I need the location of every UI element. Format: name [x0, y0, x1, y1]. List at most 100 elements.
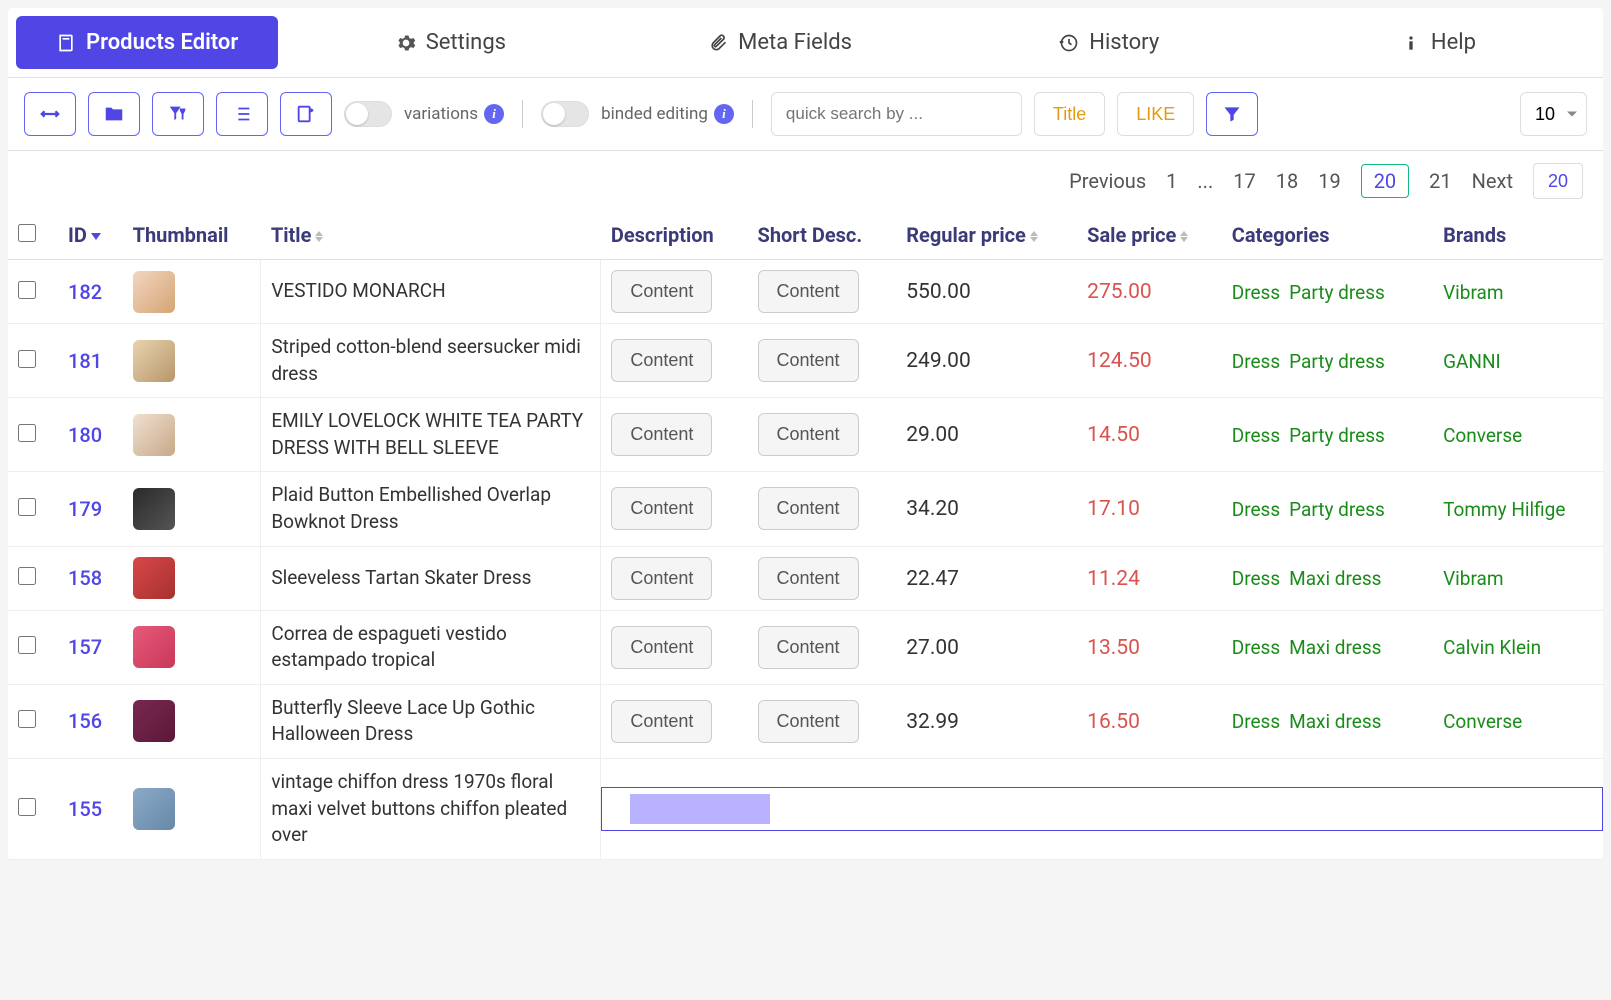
row-thumbnail[interactable] [133, 626, 175, 668]
row-checkbox[interactable] [18, 636, 36, 654]
short-desc-content-button[interactable]: Content [758, 626, 859, 669]
column-title[interactable]: Title [261, 211, 601, 260]
category-link[interactable]: Dress [1232, 710, 1280, 733]
regular-price[interactable]: 550.00 [906, 280, 971, 304]
category-link[interactable]: Maxi dress [1289, 710, 1381, 733]
row-title[interactable]: Plaid Button Embellished Overlap Bowknot… [261, 472, 601, 546]
row-checkbox[interactable] [18, 498, 36, 516]
brand-link[interactable]: Converse [1443, 424, 1522, 447]
row-id[interactable]: 158 [68, 566, 102, 590]
row-thumbnail[interactable] [133, 488, 175, 530]
brand-link[interactable]: Tommy Hilfige [1443, 498, 1565, 521]
tab-help[interactable]: Help [1274, 8, 1603, 77]
add-button[interactable] [280, 92, 332, 136]
row-thumbnail[interactable] [133, 788, 175, 830]
expand-button[interactable] [24, 92, 76, 136]
row-thumbnail[interactable] [133, 700, 175, 742]
column-id[interactable]: ID [58, 211, 123, 260]
list-button[interactable] [216, 92, 268, 136]
row-checkbox[interactable] [18, 567, 36, 585]
sale-price[interactable]: 275.00 [1087, 280, 1152, 304]
row-checkbox[interactable] [18, 710, 36, 728]
row-title[interactable]: Sleeveless Tartan Skater Dress [261, 546, 601, 610]
sale-price[interactable]: 124.50 [1087, 349, 1152, 373]
regular-price[interactable]: 29.00 [906, 423, 959, 447]
page-next[interactable]: Next [1472, 169, 1513, 193]
page-number[interactable]: 1 [1166, 169, 1177, 193]
brand-link[interactable]: Converse [1443, 710, 1522, 733]
select-all-checkbox[interactable] [18, 224, 36, 242]
info-icon[interactable]: i [714, 104, 734, 124]
folder-button[interactable] [88, 92, 140, 136]
category-link[interactable]: Party dress [1289, 350, 1385, 373]
row-title[interactable]: Correa de espagueti vestido estampado tr… [261, 610, 601, 684]
row-title[interactable]: VESTIDO MONARCH [261, 260, 601, 324]
short-desc-content-button[interactable]: Content [758, 413, 859, 456]
row-title[interactable]: Butterfly Sleeve Lace Up Gothic Hallowee… [261, 684, 601, 758]
row-id[interactable]: 157 [68, 635, 102, 659]
category-link[interactable]: Maxi dress [1289, 636, 1381, 659]
short-desc-content-button[interactable]: Content [758, 270, 859, 313]
column-sale-price[interactable]: Sale price [1077, 211, 1222, 260]
page-size-select[interactable]: 10 [1520, 92, 1587, 136]
regular-price[interactable]: 22.47 [906, 567, 959, 591]
brand-link[interactable]: Vibram [1443, 281, 1503, 304]
row-title[interactable]: EMILY LOVELOCK WHITE TEA PARTY DRESS WIT… [261, 398, 601, 472]
description-content-button[interactable]: Content [611, 270, 712, 313]
category-link[interactable]: Dress [1232, 281, 1280, 304]
row-title[interactable]: vintage chiffon dress 1970s floral maxi … [261, 758, 601, 859]
info-icon[interactable]: i [484, 104, 504, 124]
filter-operator-button[interactable]: LIKE [1117, 92, 1194, 136]
category-link[interactable]: Dress [1232, 498, 1280, 521]
page-previous[interactable]: Previous [1069, 169, 1146, 193]
row-thumbnail[interactable] [133, 557, 175, 599]
page-number[interactable]: 19 [1318, 169, 1340, 193]
category-link[interactable]: Party dress [1289, 498, 1385, 521]
row-thumbnail[interactable] [133, 340, 175, 382]
sale-price[interactable]: 17.10 [1087, 497, 1140, 521]
category-link[interactable]: Dress [1232, 350, 1280, 373]
page-number[interactable]: 21 [1429, 169, 1451, 193]
sale-price[interactable]: 13.50 [1087, 636, 1140, 660]
row-id[interactable]: 155 [68, 797, 102, 821]
tab-meta-fields[interactable]: Meta Fields [615, 8, 944, 77]
row-thumbnail[interactable] [133, 271, 175, 313]
brand-link[interactable]: GANNI [1443, 350, 1501, 373]
sale-price[interactable]: 16.50 [1087, 710, 1140, 734]
short-desc-content-button[interactable]: Content [758, 339, 859, 382]
regular-price[interactable]: 27.00 [906, 636, 959, 660]
short-desc-content-button[interactable]: Content [758, 700, 859, 743]
column-regular-price[interactable]: Regular price [896, 211, 1077, 260]
short-desc-content-button[interactable]: Content [758, 557, 859, 600]
brand-link[interactable]: Vibram [1443, 567, 1503, 590]
inline-edit-field[interactable] [601, 787, 1603, 831]
category-link[interactable]: Party dress [1289, 424, 1385, 447]
tab-settings[interactable]: Settings [286, 8, 615, 77]
search-input[interactable] [771, 92, 1022, 136]
row-id[interactable]: 179 [68, 497, 102, 521]
regular-price[interactable]: 32.99 [906, 710, 959, 734]
category-link[interactable]: Dress [1232, 567, 1280, 590]
row-checkbox[interactable] [18, 424, 36, 442]
row-title[interactable]: Striped cotton-blend seersucker midi dre… [261, 324, 601, 398]
description-content-button[interactable]: Content [611, 413, 712, 456]
category-link[interactable]: Party dress [1289, 281, 1385, 304]
description-content-button[interactable]: Content [611, 487, 712, 530]
category-link[interactable]: Dress [1232, 424, 1280, 447]
description-content-button[interactable]: Content [611, 557, 712, 600]
description-content-button[interactable]: Content [611, 339, 712, 382]
row-id[interactable]: 180 [68, 423, 102, 447]
filter-field-button[interactable]: Title [1034, 92, 1105, 136]
description-content-button[interactable]: Content [611, 626, 712, 669]
short-desc-content-button[interactable]: Content [758, 487, 859, 530]
filter-flask-button[interactable] [152, 92, 204, 136]
category-link[interactable]: Maxi dress [1289, 567, 1381, 590]
row-id[interactable]: 182 [68, 280, 102, 304]
page-goto-input[interactable] [1533, 163, 1583, 199]
row-id[interactable]: 181 [68, 349, 102, 373]
row-checkbox[interactable] [18, 281, 36, 299]
category-link[interactable]: Dress [1232, 636, 1280, 659]
row-id[interactable]: 156 [68, 709, 102, 733]
filter-apply-button[interactable] [1206, 92, 1258, 136]
row-checkbox[interactable] [18, 798, 36, 816]
